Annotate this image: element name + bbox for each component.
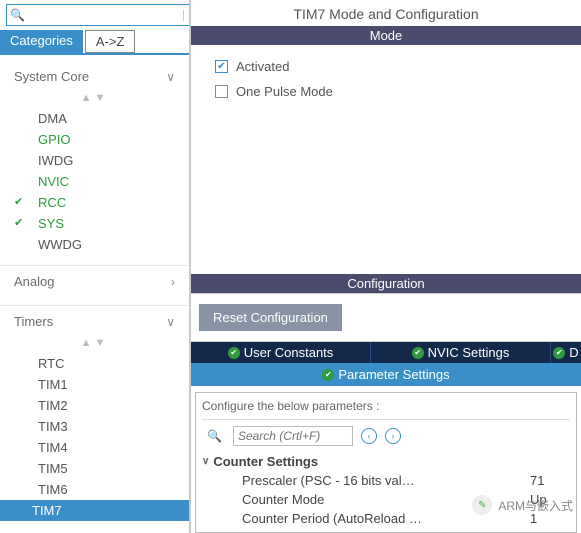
collapse-icon: ∨: [202, 456, 209, 467]
wechat-icon: ✎: [472, 495, 492, 515]
checkbox-activated[interactable]: ✔ Activated: [215, 59, 571, 74]
search-icon: 🔍: [204, 429, 225, 443]
item-tim2[interactable]: TIM2: [32, 395, 189, 416]
item-tim4[interactable]: TIM4: [32, 437, 189, 458]
tab-categories[interactable]: Categories: [0, 30, 83, 53]
tree: System Core ∨ ▲▼ DMA GPIO IWDG NVIC ✔RCC…: [0, 55, 189, 533]
chevron-down-icon: ∨: [166, 315, 175, 329]
check-icon: ✔: [14, 216, 23, 229]
item-dma[interactable]: DMA: [32, 108, 189, 129]
reset-wrap: Reset Configuration: [191, 293, 581, 342]
item-tim6[interactable]: TIM6: [32, 479, 189, 500]
mode-body: ✔ Activated One Pulse Mode: [191, 45, 581, 119]
item-sys[interactable]: ✔SYS: [32, 213, 189, 234]
category-analog[interactable]: Analog ›: [0, 265, 189, 295]
chevron-down-icon[interactable]: ∨: [183, 10, 191, 21]
item-wwdg[interactable]: WWDG: [32, 234, 189, 255]
category-label: Timers: [14, 314, 53, 329]
checkbox-icon: [215, 85, 228, 98]
item-tim3[interactable]: TIM3: [32, 416, 189, 437]
sort-icon[interactable]: ▲▼: [0, 90, 189, 108]
item-rtc[interactable]: RTC: [32, 353, 189, 374]
watermark: ✎ ARM与嵌入式: [472, 495, 573, 515]
item-nvic[interactable]: NVIC: [32, 171, 189, 192]
configure-label: Configure the below parameters :: [202, 397, 570, 420]
category-label: System Core: [14, 69, 89, 84]
sidebar-tabs: Categories A->Z: [0, 30, 189, 53]
configuration-header: Configuration: [191, 274, 581, 293]
checkbox-one-pulse[interactable]: One Pulse Mode: [215, 84, 571, 99]
prev-icon[interactable]: ‹: [361, 428, 377, 444]
ok-icon: ✔: [228, 347, 240, 359]
sidebar-top: 🔍 ∨ ⚙: [0, 0, 189, 28]
item-tim1[interactable]: TIM1: [32, 374, 189, 395]
sidebar: 🔍 ∨ ⚙ Categories A->Z System Core ∨ ▲▼ D…: [0, 0, 191, 533]
next-icon[interactable]: ›: [385, 428, 401, 444]
category-system-core[interactable]: System Core ∨: [0, 61, 189, 90]
search-wrapper: 🔍 ∨: [6, 4, 191, 26]
main-panel: TIM7 Mode and Configuration Mode ✔ Activ…: [191, 0, 581, 533]
config-tabs-top: ✔User Constants ✔NVIC Settings ✔D: [191, 342, 581, 363]
check-icon: ✔: [14, 195, 23, 208]
param-search-input[interactable]: [233, 426, 353, 446]
tab-nvic-settings[interactable]: ✔NVIC Settings: [371, 342, 551, 363]
checkbox-icon: ✔: [215, 60, 228, 73]
tab-parameter-settings[interactable]: ✔Parameter Settings: [191, 363, 581, 386]
system-core-items: DMA GPIO IWDG NVIC ✔RCC ✔SYS WWDG: [0, 108, 189, 255]
item-tim5[interactable]: TIM5: [32, 458, 189, 479]
ok-icon: ✔: [322, 369, 334, 381]
ok-icon: ✔: [553, 347, 565, 359]
sort-icon[interactable]: ▲▼: [0, 335, 189, 353]
item-tim7[interactable]: ✔TIM7: [0, 500, 189, 521]
item-iwdg[interactable]: IWDG: [32, 150, 189, 171]
chevron-right-icon: ›: [171, 275, 175, 289]
item-rcc[interactable]: ✔RCC: [32, 192, 189, 213]
mode-header: Mode: [191, 26, 581, 45]
spacer: [191, 119, 581, 274]
category-timers[interactable]: Timers ∨: [0, 305, 189, 335]
ok-icon: ✔: [412, 347, 424, 359]
category-label: Analog: [14, 274, 54, 289]
tab-az[interactable]: A->Z: [85, 30, 136, 53]
tab-dma-settings[interactable]: ✔D: [551, 342, 581, 363]
search-input[interactable]: [28, 6, 183, 24]
page-title: TIM7 Mode and Configuration: [191, 0, 581, 26]
param-prescaler[interactable]: Prescaler (PSC - 16 bits val… 71: [202, 471, 570, 490]
search-icon: 🔍: [7, 8, 28, 22]
checkbox-label: Activated: [236, 59, 289, 74]
tab-user-constants[interactable]: ✔User Constants: [191, 342, 371, 363]
reset-configuration-button[interactable]: Reset Configuration: [199, 304, 342, 331]
group-counter-settings[interactable]: ∨ Counter Settings: [202, 452, 570, 471]
param-search-row: 🔍 ‹ ›: [202, 420, 570, 452]
checkbox-label: One Pulse Mode: [236, 84, 333, 99]
item-gpio[interactable]: GPIO: [32, 129, 189, 150]
timers-items: RTC TIM1 TIM2 TIM3 TIM4 TIM5 TIM6 ✔TIM7: [0, 353, 189, 521]
chevron-down-icon: ∨: [166, 70, 175, 84]
